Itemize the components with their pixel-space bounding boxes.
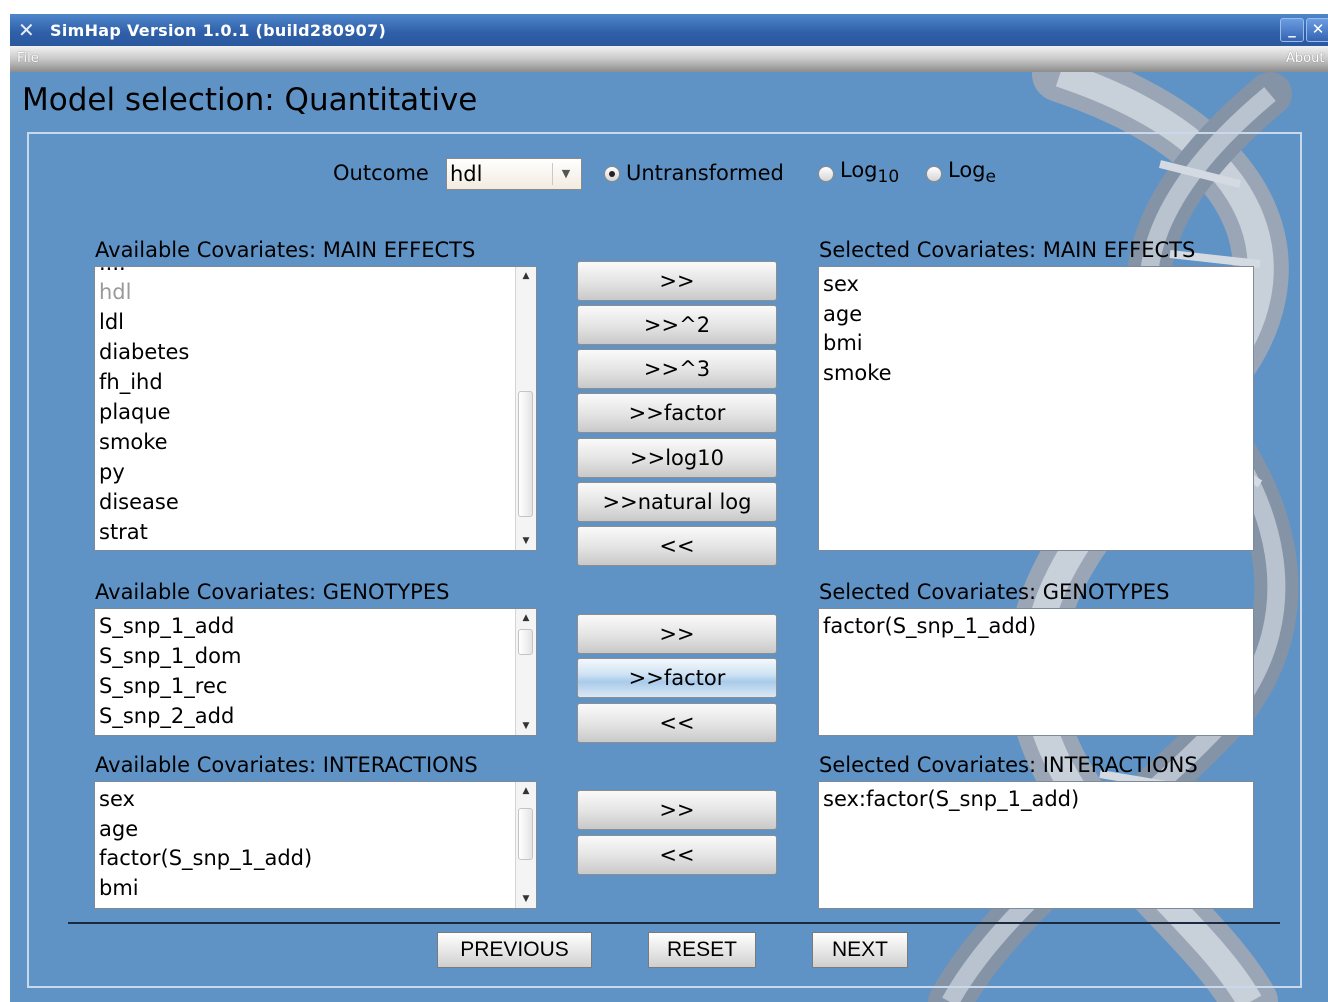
arrow-down-icon[interactable]: ▼ <box>516 890 536 908</box>
remove-genotype-button[interactable]: << <box>577 703 777 743</box>
selected-main-effects-list[interactable]: sex age bmi smoke <box>818 266 1254 551</box>
loge-label-text: Log <box>948 158 986 182</box>
scrollbar[interactable]: ▲ ▼ <box>515 782 536 908</box>
arrow-down-icon[interactable]: ▼ <box>516 532 536 550</box>
window-title: SimHap Version 1.0.1 (build280907) <box>50 21 387 40</box>
arrow-down-icon[interactable]: ▼ <box>516 717 536 735</box>
chevron-down-icon[interactable]: ▼ <box>552 163 579 185</box>
selected-main-effects-label: Selected Covariates: MAIN EFFECTS <box>819 238 1196 262</box>
x-window-icon: ✕ <box>18 18 35 42</box>
list-item[interactable]: py <box>99 460 125 484</box>
list-item[interactable]: sex:factor(S_snp_1_add) <box>823 787 1079 811</box>
list-item[interactable]: strat <box>99 520 148 544</box>
list-item[interactable]: ldl <box>99 310 124 334</box>
list-item[interactable]: S_snp_1_add <box>99 614 234 638</box>
list-item[interactable]: age <box>99 817 138 841</box>
list-item[interactable]: sex <box>823 272 859 296</box>
add-cubed-button[interactable]: >>^3 <box>577 349 777 389</box>
available-interactions-label: Available Covariates: INTERACTIONS <box>95 753 478 777</box>
close-button[interactable]: ✕ <box>1306 18 1328 42</box>
available-main-effects-list[interactable]: .... hdl ldl diabetes fh_ihd plaque smok… <box>94 266 537 551</box>
list-item[interactable]: plaque <box>99 400 171 424</box>
list-item[interactable]: sex <box>99 787 135 811</box>
untransformed-label: Untransformed <box>626 161 784 185</box>
log10-subscript: 10 <box>877 167 900 188</box>
list-item[interactable]: bmi <box>823 331 863 355</box>
selected-interactions-label: Selected Covariates: INTERACTIONS <box>819 753 1198 777</box>
scrollbar-thumb[interactable] <box>518 629 533 655</box>
add-genotype-button[interactable]: >> <box>577 614 777 654</box>
title-bar: ✕ SimHap Version 1.0.1 (build280907) _ ✕ <box>10 14 1328 46</box>
available-genotypes-label: Available Covariates: GENOTYPES <box>95 580 450 604</box>
remove-interaction-button[interactable]: << <box>577 835 777 875</box>
app-window: ✕ SimHap Version 1.0.1 (build280907) _ ✕… <box>10 14 1328 1002</box>
available-interactions-list[interactable]: sex age factor(S_snp_1_add) bmi ▲ ▼ <box>94 781 537 909</box>
radio-loge[interactable] <box>926 166 942 182</box>
next-button[interactable]: NEXT <box>812 932 908 968</box>
add-log10-button[interactable]: >>log10 <box>577 438 777 478</box>
list-item[interactable]: factor(S_snp_1_add) <box>99 846 312 870</box>
list-item[interactable]: S_snp_2_add <box>99 704 234 728</box>
loge-subscript: e <box>985 167 996 188</box>
add-interaction-button[interactable]: >> <box>577 790 777 830</box>
list-item[interactable]: S_snp_1_dom <box>99 644 241 668</box>
selected-genotypes-label: Selected Covariates: GENOTYPES <box>819 580 1170 604</box>
available-genotypes-list[interactable]: S_snp_1_add S_snp_1_dom S_snp_1_rec S_sn… <box>94 608 537 736</box>
divider <box>68 922 1280 924</box>
scrollbar-thumb[interactable] <box>518 808 533 860</box>
scrollbar[interactable]: ▲ ▼ <box>515 609 536 735</box>
add-squared-button[interactable]: >>^2 <box>577 305 777 345</box>
menu-about[interactable]: About <box>1286 51 1324 66</box>
log10-label-text: Log <box>840 158 878 182</box>
remove-main-effect-button[interactable]: << <box>577 526 777 566</box>
add-genotype-factor-button[interactable]: >>factor <box>577 658 777 698</box>
menu-bar: File About <box>10 46 1328 72</box>
loge-label: Loge <box>948 158 996 187</box>
arrow-up-icon[interactable]: ▲ <box>516 267 536 285</box>
reset-button[interactable]: RESET <box>648 932 756 968</box>
add-natural-log-button[interactable]: >>natural log <box>577 482 777 522</box>
selected-genotypes-list[interactable]: factor(S_snp_1_add) <box>818 608 1254 736</box>
list-item[interactable]: fh_ihd <box>99 370 163 394</box>
outcome-dropdown[interactable]: hdl ▼ <box>446 158 582 190</box>
list-item[interactable]: diabetes <box>99 340 189 364</box>
list-item[interactable]: disease <box>99 490 179 514</box>
list-item[interactable]: .... <box>99 267 126 275</box>
log10-label: Log10 <box>840 158 899 187</box>
list-item[interactable]: factor(S_snp_1_add) <box>823 614 1036 638</box>
arrow-up-icon[interactable]: ▲ <box>516 609 536 627</box>
list-item[interactable]: smoke <box>99 430 168 454</box>
radio-log10[interactable] <box>818 166 834 182</box>
add-factor-button[interactable]: >>factor <box>577 393 777 433</box>
radio-untransformed[interactable] <box>604 166 620 182</box>
outcome-value: hdl <box>450 162 483 186</box>
available-main-effects-label: Available Covariates: MAIN EFFECTS <box>95 238 476 262</box>
arrow-up-icon[interactable]: ▲ <box>516 782 536 800</box>
outcome-label: Outcome <box>333 161 429 185</box>
minimize-button[interactable]: _ <box>1280 18 1304 42</box>
add-main-effect-button[interactable]: >> <box>577 261 777 301</box>
list-item[interactable]: S_snp_1_rec <box>99 674 227 698</box>
scrollbar-thumb[interactable] <box>518 391 533 517</box>
list-item[interactable]: hdl <box>99 280 131 304</box>
menu-file[interactable]: File <box>17 51 39 66</box>
scrollbar[interactable]: ▲ ▼ <box>515 267 536 550</box>
list-item[interactable]: bmi <box>99 876 139 900</box>
previous-button[interactable]: PREVIOUS <box>437 932 592 968</box>
page-title: Model selection: Quantitative <box>22 82 478 118</box>
selected-interactions-list[interactable]: sex:factor(S_snp_1_add) <box>818 781 1254 909</box>
list-item[interactable]: smoke <box>823 361 892 385</box>
list-item[interactable]: age <box>823 302 862 326</box>
